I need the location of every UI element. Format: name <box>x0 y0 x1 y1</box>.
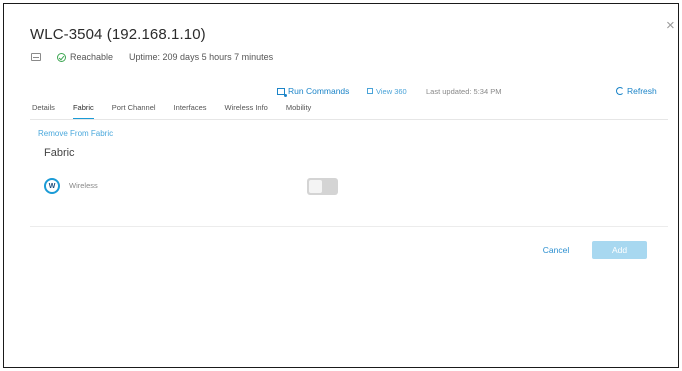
check-circle-icon <box>57 52 66 62</box>
tab-wireless-info[interactable]: Wireless Info <box>225 102 268 120</box>
footer-divider <box>30 226 668 227</box>
device-detail-panel: WLC-3504 (192.168.1.10) × Reachable Upti… <box>3 3 679 368</box>
refresh-button[interactable]: Refresh <box>616 85 657 97</box>
close-icon[interactable]: × <box>666 18 675 33</box>
view-360-link[interactable]: View 360 <box>367 85 407 97</box>
wireless-icon: W <box>44 178 60 194</box>
tab-mobility[interactable]: Mobility <box>286 102 311 120</box>
uptime-text: Uptime: 209 days 5 hours 7 minutes <box>129 52 274 62</box>
tab-bar: Details Fabric Port Channel Interfaces W… <box>32 102 329 120</box>
tab-details[interactable]: Details <box>32 102 55 120</box>
refresh-icon <box>616 87 624 95</box>
wireless-toggle[interactable] <box>307 178 338 195</box>
device-status-row: Reachable Uptime: 209 days 5 hours 7 min… <box>31 50 273 64</box>
fabric-section-title: Fabric <box>44 147 75 159</box>
tab-divider <box>30 119 668 120</box>
reachability-status: Reachable <box>70 52 114 62</box>
add-button[interactable]: Add <box>592 241 647 259</box>
tab-port-channel[interactable]: Port Channel <box>112 102 156 120</box>
cancel-button[interactable]: Cancel <box>534 241 578 259</box>
view-360-label: View 360 <box>376 86 407 96</box>
page-title: WLC-3504 (192.168.1.10) <box>30 26 206 43</box>
tab-interfaces[interactable]: Interfaces <box>174 102 207 120</box>
toggle-knob <box>309 180 322 193</box>
run-commands-label: Run Commands <box>288 86 350 96</box>
device-icon <box>31 53 41 61</box>
remove-from-fabric-link[interactable]: Remove From Fabric <box>38 129 113 138</box>
tab-fabric[interactable]: Fabric <box>72 102 94 120</box>
run-commands-button[interactable]: Run Commands <box>277 85 349 97</box>
external-link-icon <box>367 88 373 94</box>
last-updated-text: Last updated: 5:34 PM <box>426 86 502 96</box>
wireless-label: Wireless <box>69 181 98 190</box>
refresh-label: Refresh <box>627 86 657 96</box>
terminal-icon <box>277 87 287 97</box>
